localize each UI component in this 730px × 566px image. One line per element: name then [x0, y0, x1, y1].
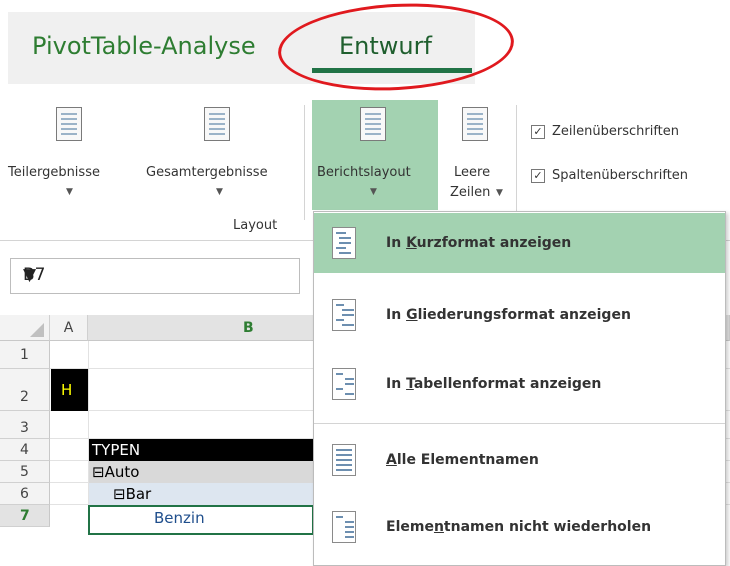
teilergebnisse-button[interactable]: Teilergebnisse ▼: [0, 95, 140, 210]
report-layout-icon: [360, 107, 386, 141]
outline-form-icon: [332, 299, 356, 331]
menu-separator: [314, 423, 725, 424]
chevron-down-icon: ▼: [66, 187, 73, 197]
spaltenueberschriften-label: Spaltenüberschriften: [552, 168, 689, 183]
berichtslayout-label: Berichtslayout: [317, 165, 411, 180]
zeilenueberschriften-checkbox[interactable]: ✓ Zeilenüberschriften: [528, 123, 730, 143]
group-label-layout: Layout: [233, 218, 278, 233]
select-all-corner[interactable]: [0, 315, 50, 341]
ribbon-tab-strip: PivotTable-Analyse Entwurf: [0, 0, 730, 97]
menu-item-tabellenformat-label: In Tabellenformat anzeigen: [386, 376, 602, 392]
no-repeat-labels-icon: [332, 511, 356, 543]
checkbox-checked-icon: ✓: [531, 169, 545, 183]
menu-item-elementnamen-nicht-wiederholen-label: Elementnamen nicht wiederholen: [386, 519, 652, 535]
tabular-form-icon: [332, 368, 356, 400]
menu-item-gliederungsformat-label: In Gliederungsformat anzeigen: [386, 307, 631, 323]
chevron-down-icon[interactable]: ▼: [23, 265, 291, 285]
berichtslayout-button[interactable]: Berichtslayout ▼: [312, 100, 438, 210]
blank-rows-icon: [462, 107, 488, 141]
column-header-a[interactable]: A: [50, 315, 88, 341]
group-separator: [304, 105, 305, 220]
cell-b6[interactable]: ⊟Bar: [89, 483, 314, 505]
tab-pivottable-analyse[interactable]: PivotTable-Analyse: [8, 12, 303, 84]
cell-b4[interactable]: TYPEN: [89, 439, 314, 461]
menu-item-gliederungsformat[interactable]: In Gliederungsformat anzeigen: [314, 285, 725, 347]
gesamtergebnisse-button[interactable]: Gesamtergebnisse ▼: [140, 95, 300, 210]
menu-item-alle-elementnamen-label: Alle Elementnamen: [386, 452, 539, 468]
chevron-down-icon: ▼: [496, 188, 503, 198]
menu-item-elementnamen-nicht-wiederholen[interactable]: Elementnamen nicht wiederholen: [314, 497, 725, 559]
column-header-b-label: B: [243, 320, 254, 336]
grand-totals-icon: [204, 107, 230, 141]
row-header-5[interactable]: 5: [0, 461, 50, 483]
cell-a2-value: H: [61, 381, 73, 399]
menu-item-tabellenformat[interactable]: In Tabellenformat anzeigen: [314, 354, 725, 416]
cell-a2[interactable]: H: [51, 369, 88, 411]
row-header-1[interactable]: 1: [0, 341, 50, 369]
teilergebnisse-label: Teilergebnisse: [8, 165, 100, 180]
chevron-down-icon: ▼: [370, 187, 377, 197]
cell-b6-value: ⊟Bar: [113, 485, 152, 503]
row-header-4[interactable]: 4: [0, 439, 50, 461]
cell-b5[interactable]: ⊟Auto: [89, 461, 314, 483]
row-header-3[interactable]: 3: [0, 411, 50, 439]
name-box[interactable]: B7 ▼: [10, 258, 300, 294]
berichtslayout-dropdown-menu: In Kurzformat anzeigen In Gliederungsfor…: [313, 211, 726, 566]
leere-label: Leere: [454, 165, 491, 180]
group-separator: [516, 105, 517, 220]
row-header-2[interactable]: 2: [0, 369, 50, 411]
cell-b4-value: TYPEN: [92, 441, 141, 459]
row-header-7[interactable]: 7: [0, 505, 50, 527]
row-header-6[interactable]: 6: [0, 483, 50, 505]
cell-b7-value: Benzin: [154, 509, 205, 527]
checkbox-checked-icon: ✓: [531, 125, 545, 139]
menu-item-kurzformat-label: In Kurzformat anzeigen: [386, 235, 572, 251]
menu-item-kurzformat[interactable]: In Kurzformat anzeigen: [314, 213, 725, 273]
menu-item-alle-elementnamen[interactable]: Alle Elementnamen: [314, 430, 725, 492]
spaltenueberschriften-checkbox[interactable]: ✓ Spaltenüberschriften: [528, 167, 730, 187]
compact-form-icon: [332, 227, 356, 259]
zeilen-label: Zeilen: [450, 185, 491, 200]
cell-b5-value: ⊟Auto: [92, 463, 140, 481]
gesamtergebnisse-label: Gesamtergebnisse: [146, 165, 268, 180]
leere-zeilen-button[interactable]: Leere Zeilen ▼: [440, 95, 514, 210]
cell-b7-selected[interactable]: Benzin: [88, 505, 314, 535]
tab-pivottable-analyse-label: PivotTable-Analyse: [32, 32, 256, 60]
subtotals-icon: [56, 107, 82, 141]
zeilenueberschriften-label: Zeilenüberschriften: [552, 124, 679, 139]
chevron-down-icon: ▼: [216, 187, 223, 197]
repeat-labels-icon: [332, 444, 356, 476]
